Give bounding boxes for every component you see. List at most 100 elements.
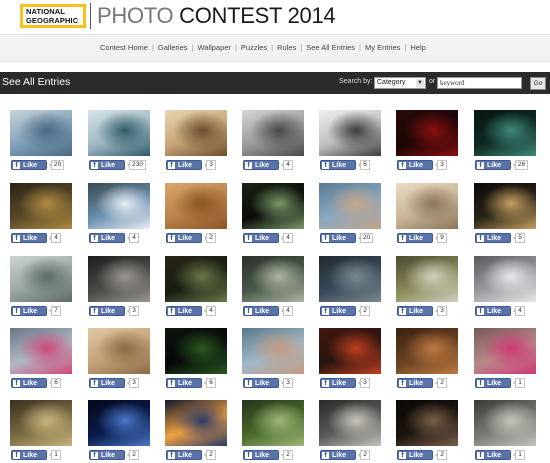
entry-photo-thumbnail[interactable] bbox=[88, 328, 150, 374]
facebook-like-button[interactable]: f Like bbox=[320, 306, 356, 316]
like-label: Like bbox=[101, 162, 116, 169]
facebook-like-button[interactable]: f Like bbox=[243, 306, 279, 316]
facebook-like-button[interactable]: f Like bbox=[475, 306, 511, 316]
entry-photo-thumbnail[interactable] bbox=[88, 110, 150, 156]
entry-photo-thumbnail[interactable] bbox=[242, 256, 304, 302]
facebook-like-button[interactable]: f Like bbox=[475, 160, 511, 170]
facebook-like-button[interactable]: f Like bbox=[89, 306, 125, 316]
nav-my-entries[interactable]: My Entries bbox=[365, 43, 400, 52]
nav-help[interactable]: Help bbox=[410, 43, 425, 52]
like-count: 2 bbox=[358, 450, 370, 460]
like-label: Like bbox=[409, 308, 424, 315]
facebook-f-icon: f bbox=[245, 452, 252, 459]
nav-puzzles[interactable]: Puzzles bbox=[241, 43, 267, 52]
search-by-label: Search by: bbox=[339, 78, 373, 85]
facebook-like-button[interactable]: f Like bbox=[243, 233, 279, 243]
facebook-f-icon: f bbox=[13, 308, 20, 315]
entry-photo-thumbnail[interactable] bbox=[396, 183, 458, 229]
facebook-like-button[interactable]: f Like bbox=[397, 378, 433, 388]
entry-photo-thumbnail[interactable] bbox=[474, 110, 536, 156]
facebook-like-button[interactable]: f Like bbox=[397, 306, 433, 316]
entry-photo-thumbnail[interactable] bbox=[242, 110, 304, 156]
facebook-like-button[interactable]: f Like bbox=[89, 160, 125, 170]
entry-photo-thumbnail[interactable] bbox=[88, 183, 150, 229]
facebook-like-button[interactable]: f Like bbox=[89, 378, 125, 388]
title-contest: CONTEST bbox=[179, 3, 288, 28]
entry-photo-thumbnail[interactable] bbox=[10, 328, 72, 374]
facebook-like-button[interactable]: f Like bbox=[320, 233, 356, 243]
entry-photo-thumbnail[interactable] bbox=[396, 328, 458, 374]
like-label: Like bbox=[23, 380, 38, 387]
facebook-like-button[interactable]: f Like bbox=[89, 450, 125, 460]
entry-photo-thumbnail[interactable] bbox=[319, 256, 381, 302]
facebook-f-icon: f bbox=[477, 380, 484, 387]
nav-contest-home[interactable]: Contest Home bbox=[100, 43, 148, 52]
entry-photo-thumbnail[interactable] bbox=[242, 183, 304, 229]
facebook-like-button[interactable]: f Like bbox=[166, 233, 202, 243]
facebook-like-button[interactable]: f Like bbox=[11, 378, 47, 388]
entry-photo-thumbnail[interactable] bbox=[88, 256, 150, 302]
facebook-like-button[interactable]: f Like bbox=[166, 450, 202, 460]
facebook-like-button[interactable]: f Like bbox=[475, 378, 511, 388]
entry-photo-thumbnail[interactable] bbox=[165, 256, 227, 302]
facebook-like-button[interactable]: f Like bbox=[397, 450, 433, 460]
entry-photo-thumbnail[interactable] bbox=[396, 400, 458, 446]
entry-photo-thumbnail[interactable] bbox=[10, 400, 72, 446]
facebook-f-icon: f bbox=[477, 235, 484, 242]
facebook-like-button[interactable]: f Like bbox=[397, 160, 433, 170]
like-count: 2 bbox=[358, 306, 370, 316]
go-button[interactable]: Go bbox=[530, 77, 546, 90]
facebook-like-button[interactable]: f Like bbox=[320, 450, 356, 460]
nav-separator: | bbox=[234, 43, 237, 52]
nav-see-all-entries[interactable]: See All Entries bbox=[306, 43, 355, 52]
entry-photo-thumbnail[interactable] bbox=[474, 183, 536, 229]
facebook-f-icon: f bbox=[91, 452, 98, 459]
entry-photo-thumbnail[interactable] bbox=[165, 328, 227, 374]
entry-photo-thumbnail[interactable] bbox=[319, 400, 381, 446]
like-label: Like bbox=[178, 452, 193, 459]
entry-photo-thumbnail[interactable] bbox=[10, 256, 72, 302]
entry-photo-thumbnail[interactable] bbox=[474, 256, 536, 302]
facebook-like-button[interactable]: f Like bbox=[11, 306, 47, 316]
facebook-like-button[interactable]: f Like bbox=[11, 160, 47, 170]
facebook-like-button[interactable]: f Like bbox=[475, 450, 511, 460]
facebook-like-button[interactable]: f Like bbox=[243, 160, 279, 170]
facebook-like-button[interactable]: f Like bbox=[475, 233, 511, 243]
facebook-like-button[interactable]: f Like bbox=[89, 233, 125, 243]
facebook-like-button[interactable]: f Like bbox=[397, 233, 433, 243]
entry-photo-thumbnail[interactable] bbox=[396, 110, 458, 156]
national-geographic-logo[interactable]: NATIONAL GEOGRAPHIC bbox=[20, 4, 86, 28]
nav-wallpaper[interactable]: Wallpaper bbox=[197, 43, 231, 52]
entry-photo-thumbnail[interactable] bbox=[165, 183, 227, 229]
entry-photo-thumbnail[interactable] bbox=[319, 183, 381, 229]
facebook-like-button[interactable]: f Like bbox=[243, 378, 279, 388]
facebook-like-button[interactable]: f Like bbox=[166, 306, 202, 316]
entry-photo-thumbnail[interactable] bbox=[474, 328, 536, 374]
entry-photo-thumbnail[interactable] bbox=[319, 328, 381, 374]
facebook-like-button[interactable]: f Like bbox=[243, 450, 279, 460]
entry-photo-thumbnail[interactable] bbox=[242, 400, 304, 446]
nav-rules[interactable]: Rules bbox=[277, 43, 296, 52]
like-label: Like bbox=[255, 308, 270, 315]
entry-photo-thumbnail[interactable] bbox=[242, 328, 304, 374]
like-count: 4 bbox=[281, 306, 293, 316]
entry-photo-thumbnail[interactable] bbox=[165, 400, 227, 446]
entry-photo-thumbnail[interactable] bbox=[10, 183, 72, 229]
facebook-like-button[interactable]: f Like bbox=[320, 378, 356, 388]
facebook-like-button[interactable]: f Like bbox=[11, 233, 47, 243]
facebook-like-button[interactable]: f Like bbox=[11, 450, 47, 460]
entry-photo-thumbnail[interactable] bbox=[319, 110, 381, 156]
category-select[interactable]: Category ▼ bbox=[374, 77, 426, 89]
facebook-like-button[interactable]: f Like bbox=[166, 378, 202, 388]
entry-photo-thumbnail[interactable] bbox=[88, 400, 150, 446]
entry-photo-thumbnail[interactable] bbox=[474, 400, 536, 446]
nav-galleries[interactable]: Galleries bbox=[158, 43, 188, 52]
facebook-like-button[interactable]: f Like bbox=[320, 160, 356, 170]
entry-photo-thumbnail[interactable] bbox=[396, 256, 458, 302]
facebook-like-button[interactable]: f Like bbox=[166, 160, 202, 170]
entry-photo-thumbnail[interactable] bbox=[165, 110, 227, 156]
keyword-input[interactable]: keyword bbox=[437, 77, 522, 89]
entry-photo-thumbnail[interactable] bbox=[10, 110, 72, 156]
like-label: Like bbox=[255, 452, 270, 459]
entries-toolbar: See All Entries Search by: Category ▼ or… bbox=[0, 72, 550, 94]
